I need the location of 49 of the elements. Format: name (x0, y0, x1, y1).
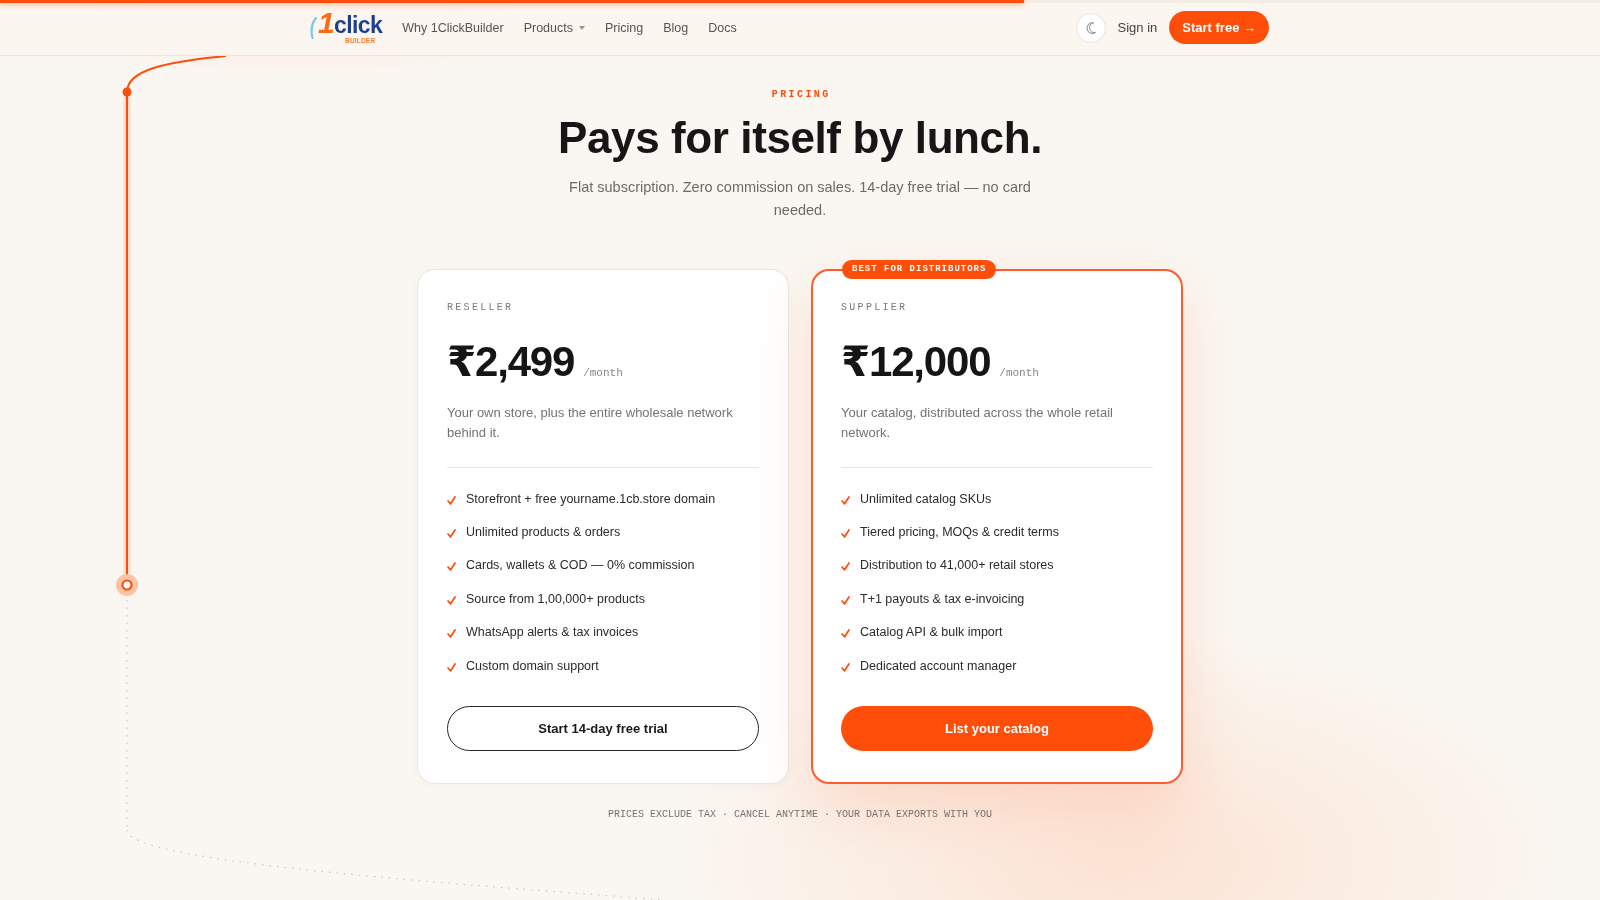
nav-link[interactable]: Why 1ClickBuilder (402, 20, 504, 35)
plan-badge: BEST FOR DISTRIBUTORS (842, 260, 997, 279)
check-icon (447, 529, 456, 539)
plan-price: ₹12,000 (841, 340, 991, 384)
plan-name: RESELLER (447, 302, 515, 314)
feature-text: T+1 payouts & tax e-invoicing (860, 591, 1025, 606)
feature-text: WhatsApp alerts & tax invoices (466, 625, 639, 640)
section-subtitle: Flat subscription. Zero commission on sales. 14-day free trial — no card needed. (568, 178, 1032, 220)
check-icon (447, 595, 456, 605)
check-icon (841, 562, 850, 572)
theme-toggle-button[interactable] (1075, 12, 1106, 43)
plan-name: SUPPLIER (841, 302, 909, 314)
feature-text: Catalog API & bulk import (860, 625, 1003, 640)
check-icon (447, 629, 456, 639)
start-trial-button[interactable]: Start 14-day free trial (447, 706, 759, 752)
feature-text: Distribution to 41,000+ retail stores (860, 558, 1054, 573)
check-icon (841, 495, 850, 505)
check-icon (447, 662, 456, 672)
price-period: /month (583, 368, 623, 379)
logo-swoosh-icon (310, 16, 317, 39)
feature-text: Storefront + free yourname.1cb.store domain (466, 491, 716, 506)
feature-text: Unlimited products & orders (466, 525, 621, 540)
caret-down-icon (579, 25, 585, 30)
plan-description: Your own store, plus the entire wholesale network behind it. (447, 404, 734, 442)
check-icon (841, 595, 850, 605)
plan-price: ₹2,499 (447, 340, 575, 384)
price-period: /month (999, 368, 1039, 379)
feature-text: Cards, wallets & COD — 0% commission (466, 558, 695, 573)
section-eyebrow: PRICING (771, 89, 831, 101)
check-icon (841, 529, 850, 539)
nav-link[interactable]: Docs (708, 20, 737, 35)
feature-text: Unlimited catalog SKUs (860, 491, 992, 506)
section-title: Pays for itself by lunch. (558, 113, 1042, 163)
plan-description: Your catalog, distributed across the whole retail network. (841, 404, 1114, 442)
sign-in-link[interactable]: Sign in (1117, 20, 1158, 35)
nav-link[interactable]: Pricing (605, 20, 644, 35)
nav-link[interactable]: Blog (663, 20, 689, 35)
feature-text: Dedicated account manager (860, 658, 1017, 673)
moon-icon (1085, 21, 1096, 34)
logo-wordmark[interactable]: 1click (318, 11, 383, 37)
feature-text: Source from 1,00,000+ products (466, 591, 645, 606)
check-icon (841, 629, 850, 639)
footnote-text: PRICES EXCLUDE TAX · CANCEL ANYTIME · YOUR DATA EXPORTS WITH YOU (607, 809, 993, 821)
nav-link[interactable]: Products (523, 20, 585, 35)
check-icon (447, 562, 456, 572)
check-icon (841, 662, 850, 672)
check-icon (447, 495, 456, 505)
feature-text: Tiered pricing, MOQs & credit terms (860, 525, 1059, 540)
feature-text: Custom domain support (466, 658, 599, 673)
